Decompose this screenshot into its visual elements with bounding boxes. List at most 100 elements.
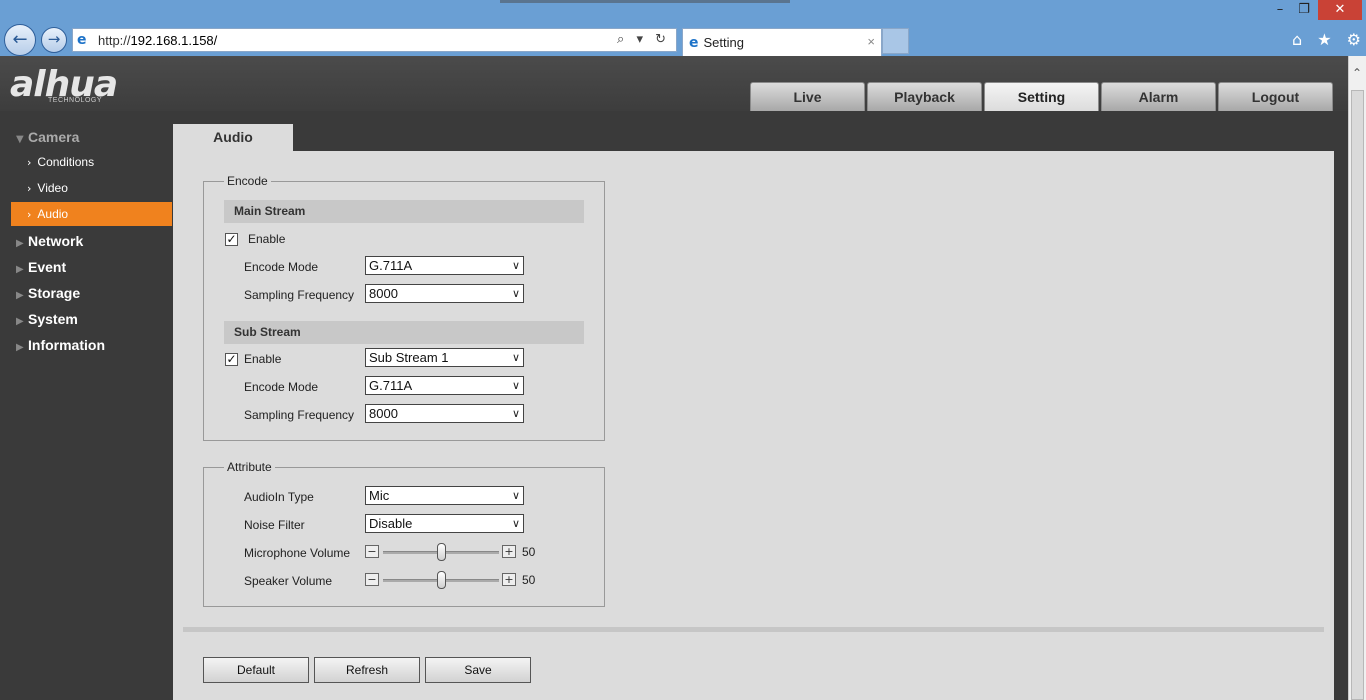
minus-icon[interactable]: − <box>365 573 379 586</box>
sidebar-group-system[interactable]: ▶ System <box>16 311 78 327</box>
select-value: Sub Stream 1 <box>369 350 449 365</box>
sidebar-group-label: Event <box>28 259 67 275</box>
sub-stream-enable-checkbox[interactable]: ✓ <box>225 353 238 366</box>
chevron-right-icon: › <box>27 156 32 169</box>
chevron-down-icon: ∨ <box>511 379 520 392</box>
select-value: Disable <box>369 516 413 531</box>
forward-button[interactable]: → <box>41 27 67 53</box>
main-sampling-select[interactable]: 8000 ∨ <box>365 284 524 303</box>
noise-filter-select[interactable]: Disable ∨ <box>365 514 524 533</box>
select-value: Mic <box>369 488 390 503</box>
sub-encode-mode-label: Encode Mode <box>244 380 319 394</box>
slider-handle[interactable] <box>437 543 446 561</box>
sidebar-item-conditions[interactable]: › Conditions <box>11 150 172 174</box>
sidebar-group-event[interactable]: ▶ Event <box>16 259 66 275</box>
encode-legend: Encode <box>224 174 271 188</box>
chevron-down-icon: ∨ <box>511 259 520 272</box>
speaker-volume-value: 50 <box>522 573 536 587</box>
browser-toolbar: ← → e http://192.168.1.158/ ⌕ ▾ ↻ e Sett… <box>0 0 1366 56</box>
maximize-button[interactable]: ❐ <box>1290 0 1318 20</box>
plus-icon[interactable]: + <box>502 573 516 586</box>
scrollbar-thumb[interactable] <box>1351 90 1364 700</box>
microphone-volume-label: Microphone Volume <box>244 546 351 560</box>
expand-right-icon: ▶ <box>16 342 24 353</box>
select-value: G.711A <box>369 258 413 273</box>
main-tabs: Live Playback Setting Alarm Logout <box>750 82 1335 111</box>
sub-stream-header: Sub Stream <box>224 321 584 344</box>
scroll-up-icon[interactable]: ⌃ <box>1352 66 1362 80</box>
address-bar[interactable]: e http://192.168.1.158/ ⌕ ▾ ↻ <box>72 28 677 52</box>
sidebar-item-label: Audio <box>37 207 69 221</box>
sub-sampling-select[interactable]: 8000 ∨ <box>365 404 524 423</box>
main-encode-mode-select[interactable]: G.711A ∨ <box>365 256 524 275</box>
content-tab-strip <box>293 124 1334 151</box>
sidebar-item-label: Conditions <box>37 155 95 169</box>
chevron-right-icon: › <box>27 208 32 221</box>
sidebar-group-label: System <box>28 311 78 327</box>
main-stream-enable-checkbox[interactable]: ✓ <box>225 233 238 246</box>
sidebar-group-label: Camera <box>28 129 80 145</box>
microphone-volume-slider[interactable]: − + 50 <box>365 543 545 561</box>
sidebar-item-label: Video <box>37 181 68 195</box>
save-button[interactable]: Save <box>425 657 531 683</box>
logo-subtitle: TECHNOLOGY <box>48 97 103 104</box>
close-window-button[interactable]: ✕ <box>1318 0 1362 20</box>
chevron-down-icon: ∨ <box>511 489 520 502</box>
tab-logout[interactable]: Logout <box>1218 82 1333 111</box>
back-button[interactable]: ← <box>4 24 36 56</box>
speaker-volume-label: Speaker Volume <box>244 574 333 588</box>
expand-right-icon: ▶ <box>16 238 24 249</box>
plus-icon[interactable]: + <box>502 545 516 558</box>
attribute-fieldset: Attribute AudioIn Type Mic ∨ Noise Filte… <box>203 460 605 607</box>
sub-stream-select[interactable]: Sub Stream 1 ∨ <box>365 348 524 367</box>
main-stream-enable-label: Enable <box>248 232 286 246</box>
minus-icon[interactable]: − <box>365 545 379 558</box>
tab-audio[interactable]: Audio <box>173 124 293 151</box>
expand-right-icon: ▶ <box>16 316 24 327</box>
url-host: 192.168.1.158/ <box>130 32 218 48</box>
attribute-legend: Attribute <box>224 460 275 474</box>
sidebar-item-audio[interactable]: › Audio <box>11 202 172 226</box>
refresh-button[interactable]: Refresh <box>314 657 420 683</box>
ie-tab-icon: e <box>689 34 699 51</box>
tab-live[interactable]: Live <box>750 82 865 111</box>
tab-alarm[interactable]: Alarm <box>1101 82 1216 111</box>
tab-setting[interactable]: Setting <box>984 82 1099 111</box>
sidebar-group-network[interactable]: ▶ Network <box>16 233 83 249</box>
app-header: alhua TECHNOLOGY Live Playback Setting A… <box>0 56 1348 111</box>
tab-playback[interactable]: Playback <box>867 82 982 111</box>
sidebar-group-label: Network <box>28 233 84 249</box>
encode-fieldset: Encode Main Stream ✓ Enable Encode Mode … <box>203 174 605 441</box>
vertical-scrollbar[interactable]: ⌃ <box>1348 56 1366 700</box>
sub-sampling-label: Sampling Frequency <box>244 408 355 422</box>
new-tab-button[interactable] <box>882 28 909 54</box>
main-encode-mode-label: Encode Mode <box>244 260 319 274</box>
audioin-type-select[interactable]: Mic ∨ <box>365 486 524 505</box>
window-title-strip <box>500 0 790 3</box>
speaker-volume-slider[interactable]: − + 50 <box>365 571 545 589</box>
chevron-down-icon: ∨ <box>511 287 520 300</box>
url-prefix: http:// <box>98 32 131 48</box>
divider <box>183 627 1324 632</box>
content-panel: Audio Encode Main Stream ✓ Enable Encode… <box>173 124 1334 700</box>
browser-tab-title: Setting <box>703 35 744 50</box>
slider-handle[interactable] <box>437 571 446 589</box>
main-stream-header: Main Stream <box>224 200 584 223</box>
sidebar-group-storage[interactable]: ▶ Storage <box>16 285 80 301</box>
browser-tab-setting[interactable]: e Setting × <box>682 28 882 56</box>
sidebar-group-camera[interactable]: ▼ Camera <box>16 129 79 145</box>
sidebar-item-video[interactable]: › Video <box>11 176 172 200</box>
chevron-down-icon: ∨ <box>511 407 520 420</box>
sidebar-group-information[interactable]: ▶ Information <box>16 337 105 353</box>
address-url[interactable]: http://192.168.1.158/ <box>98 33 217 48</box>
audioin-type-label: AudioIn Type <box>244 490 314 504</box>
tab-close-icon[interactable]: × <box>867 34 875 49</box>
sub-stream-enable-label: Enable <box>244 352 282 366</box>
sub-encode-mode-select[interactable]: G.711A ∨ <box>365 376 524 395</box>
home-favorites-settings-icons[interactable]: ⌂ ★ ⚙ <box>1292 30 1366 49</box>
sidebar: ▼ Camera › Conditions › Video › Audio ▶ Netwo… <box>0 111 173 700</box>
select-value: 8000 <box>369 406 398 421</box>
address-tools-icons[interactable]: ⌕ ▾ ↻ <box>617 32 670 47</box>
select-value: 8000 <box>369 286 398 301</box>
default-button[interactable]: Default <box>203 657 309 683</box>
